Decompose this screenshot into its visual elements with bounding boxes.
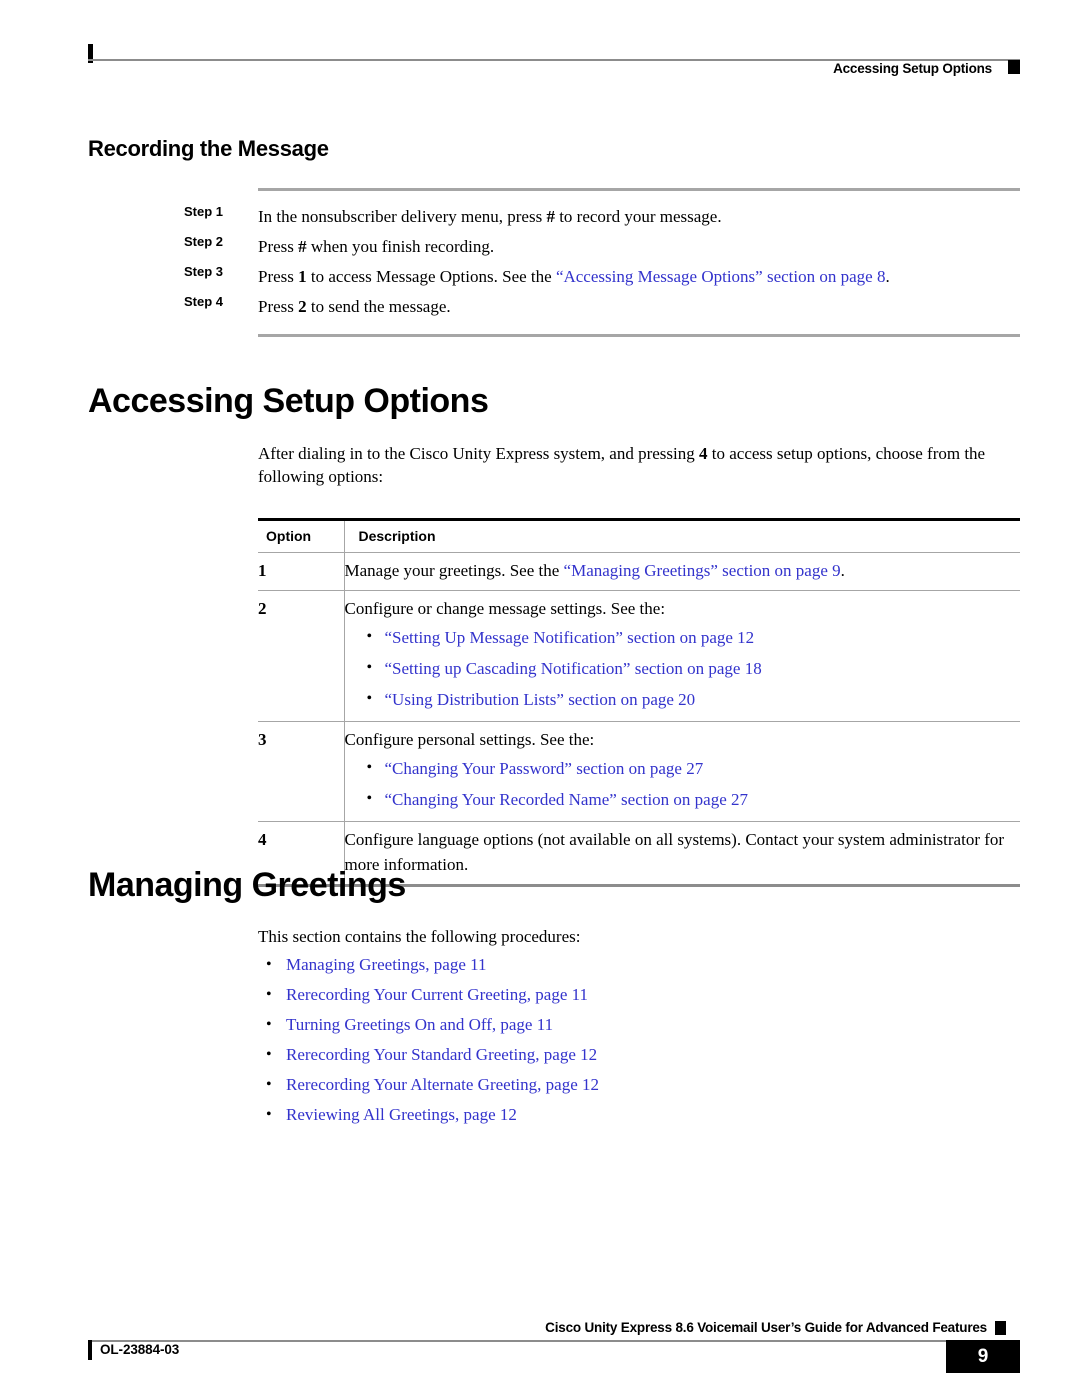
desc-lead: Configure personal settings. See the:	[344, 730, 595, 749]
step-key: 1	[298, 267, 307, 286]
step-text-lead: In the nonsubscriber delivery menu, pres…	[258, 207, 547, 226]
steps-bottom-rule	[258, 334, 1020, 337]
cross-reference-link[interactable]: “Changing Your Recorded Name” section on…	[385, 790, 749, 809]
heading-managing-greetings: Managing Greetings	[88, 866, 406, 904]
footer-guide-title: Cisco Unity Express 8.6 Voicemail User’s…	[545, 1320, 987, 1335]
table-body: 1 Manage your greetings. See the “Managi…	[258, 552, 1021, 887]
list-item: “Setting up Cascading Notification” sect…	[345, 655, 1021, 681]
step-key: 2	[298, 297, 307, 316]
step-text: Press # when you finish recording.	[258, 232, 1020, 262]
desc-lead: Configure or change message settings. Se…	[344, 599, 666, 618]
table-row: 1 Manage your greetings. See the “Managi…	[258, 552, 1020, 591]
footer-divider	[88, 1340, 1020, 1342]
table-row: 3 Configure personal settings. See the: …	[258, 721, 1021, 822]
step-text-end: .	[885, 267, 890, 286]
column-header-option: Option	[258, 518, 344, 553]
cross-reference-link[interactable]: Rerecording Your Alternate Greeting, pag…	[286, 1075, 599, 1094]
list-item: “Changing Your Password” section on page…	[345, 755, 1021, 781]
header-title: Accessing Setup Options	[833, 61, 992, 76]
cell-option-number: 2	[258, 590, 344, 722]
cross-reference-link[interactable]: “Managing Greetings” section on page 9	[564, 561, 841, 580]
intro-key: 4	[699, 444, 708, 463]
description-bullet-list: “Changing Your Password” section on page…	[345, 755, 1021, 812]
step-text-tail: when you finish recording.	[306, 237, 495, 256]
desc-lead: Manage your greetings. See the	[344, 561, 564, 580]
step-row: Step 2 Press # when you finish recording…	[184, 232, 1020, 262]
heading-accessing-setup-options: Accessing Setup Options	[88, 382, 489, 420]
list-item: Rerecording Your Alternate Greeting, pag…	[258, 1070, 599, 1100]
page-footer: Cisco Unity Express 8.6 Voicemail User’s…	[88, 1318, 1020, 1378]
list-item: Managing Greetings, page 11	[258, 950, 599, 980]
cross-reference-link[interactable]: Rerecording Your Current Greeting, page …	[286, 985, 588, 1004]
step-row: Step 3 Press 1 to access Message Options…	[184, 262, 1020, 292]
step-row: Step 1 In the nonsubscriber delivery men…	[184, 202, 1020, 232]
desc-tail: .	[840, 561, 845, 580]
step-text: Press 1 to access Message Options. See t…	[258, 262, 1020, 292]
options-table: Option Description 1 Manage your greetin…	[258, 518, 1020, 887]
step-key: #	[546, 207, 555, 226]
step-text: In the nonsubscriber delivery menu, pres…	[258, 202, 1020, 232]
cross-reference-link[interactable]: “Using Distribution Lists” section on pa…	[385, 690, 696, 709]
cell-description: Manage your greetings. See the “Managing…	[343, 552, 1020, 591]
footer-left-tick	[88, 1340, 92, 1360]
cell-option-number: 3	[258, 721, 344, 822]
table-row: 2 Configure or change message settings. …	[258, 590, 1021, 722]
footer-document-id: OL-23884-03	[100, 1342, 180, 1357]
list-item: “Using Distribution Lists” section on pa…	[345, 686, 1021, 712]
cell-description: Configure language options (not availabl…	[343, 821, 1020, 887]
table-head: Option Description	[258, 518, 1020, 553]
step-label: Step 3	[184, 264, 224, 279]
footer-marker-square-icon	[995, 1321, 1006, 1335]
procedures-list: Managing Greetings, page 11 Rerecording …	[258, 950, 599, 1130]
list-item: Rerecording Your Standard Greeting, page…	[258, 1040, 599, 1070]
cross-reference-link[interactable]: Managing Greetings, page 11	[286, 955, 486, 974]
cross-reference-link[interactable]: Turning Greetings On and Off, page 11	[286, 1015, 553, 1034]
step-text-lead: Press	[258, 237, 299, 256]
list-item: “Changing Your Recorded Name” section on…	[345, 786, 1021, 812]
cross-reference-link[interactable]: “Accessing Message Options” section on p…	[556, 267, 886, 286]
list-item: Rerecording Your Current Greeting, page …	[258, 980, 599, 1010]
cross-reference-link[interactable]: Rerecording Your Standard Greeting, page…	[286, 1045, 597, 1064]
description-bullet-list: “Setting Up Message Notification” sectio…	[345, 624, 1021, 712]
list-item: Turning Greetings On and Off, page 11	[258, 1010, 599, 1040]
step-text-tail: to access Message Options. See the	[306, 267, 556, 286]
steps-top-rule	[258, 188, 1020, 191]
step-text-lead: Press	[258, 267, 299, 286]
step-key: #	[298, 237, 307, 256]
step-text-lead: Press	[258, 297, 299, 316]
list-item: “Setting Up Message Notification” sectio…	[345, 624, 1021, 650]
steps-block: Step 1 In the nonsubscriber delivery men…	[184, 188, 1020, 337]
step-row: Step 4 Press 2 to send the message.	[184, 292, 1020, 322]
column-header-description: Description	[343, 518, 1020, 553]
managing-greetings-intro: This section contains the following proc…	[258, 927, 581, 946]
step-label: Step 1	[184, 204, 224, 219]
intro-lead: After dialing in to the Cisco Unity Expr…	[258, 444, 699, 463]
step-label: Step 2	[184, 234, 224, 249]
cross-reference-link[interactable]: “Changing Your Password” section on page…	[385, 759, 704, 778]
footer-page-number: 9	[946, 1340, 1020, 1373]
cross-reference-link[interactable]: “Setting up Cascading Notification” sect…	[385, 659, 762, 678]
setup-options-table: Option Description 1 Manage your greetin…	[258, 518, 1020, 887]
page-header: Accessing Setup Options	[88, 38, 1020, 78]
cell-description: Configure personal settings. See the: “C…	[343, 721, 1021, 822]
heading-recording-the-message: Recording the Message	[88, 136, 329, 161]
cell-option-number: 1	[258, 552, 344, 591]
header-marker-square-icon	[1008, 60, 1020, 74]
cross-reference-link[interactable]: Reviewing All Greetings, page 12	[286, 1105, 517, 1124]
step-text-tail: to record your message.	[554, 207, 722, 226]
step-text-tail: to send the message.	[306, 297, 451, 316]
table-header-row: Option Description	[258, 518, 1020, 553]
step-label: Step 4	[184, 294, 224, 309]
step-text: Press 2 to send the message.	[258, 292, 1020, 322]
cell-description: Configure or change message settings. Se…	[343, 590, 1021, 722]
list-item: Reviewing All Greetings, page 12	[258, 1100, 599, 1130]
cross-reference-link[interactable]: “Setting Up Message Notification” sectio…	[385, 628, 755, 647]
accessing-setup-options-intro: After dialing in to the Cisco Unity Expr…	[258, 442, 1020, 488]
document-page: Accessing Setup Options Recording the Me…	[0, 0, 1080, 1397]
